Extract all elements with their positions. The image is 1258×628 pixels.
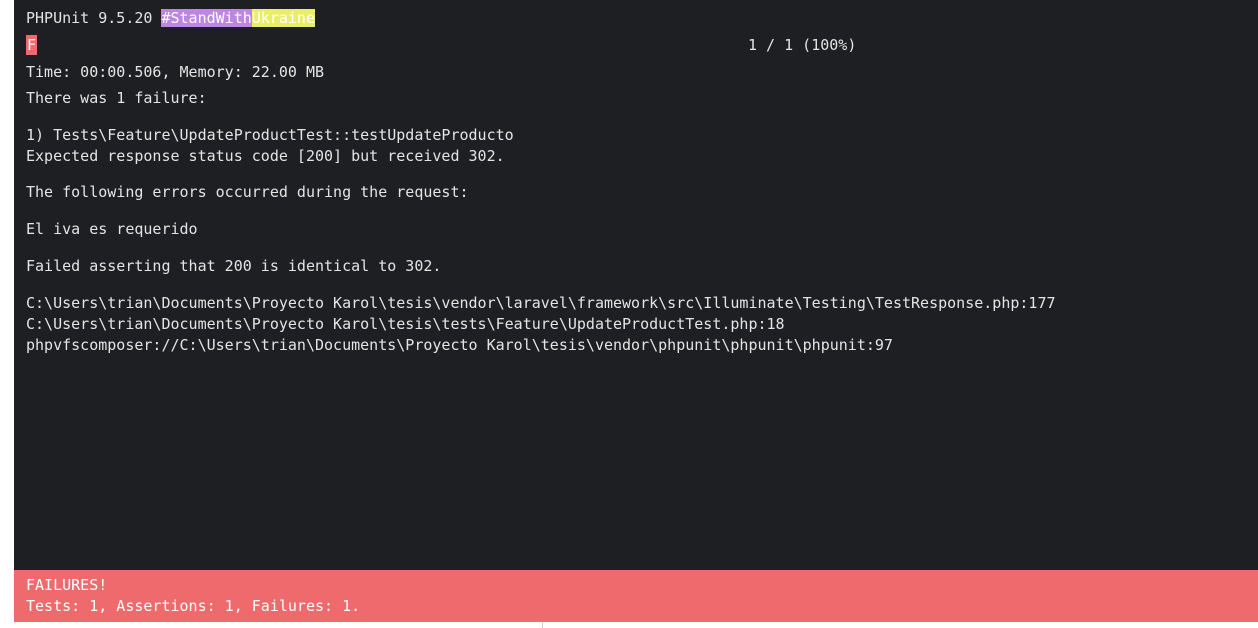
- phpunit-header: PHPUnit 9.5.20 #StandWithUkraine: [26, 8, 315, 28]
- stack-trace-line: phpvfscomposer://C:\Users\trian\Document…: [26, 336, 893, 354]
- stack-trace-line: C:\Users\trian\Documents\Proyecto Karol\…: [26, 294, 1056, 312]
- failures-summary-bar: FAILURES! Tests: 1, Assertions: 1, Failu…: [14, 570, 1258, 622]
- assertion-message: Failed asserting that 200 is identical t…: [26, 257, 442, 275]
- time-memory-line: Time: 00:00.506, Memory: 22.00 MB: [26, 63, 325, 81]
- text-cursor: [542, 622, 553, 628]
- terminal-output[interactable]: PHPUnit 9.5.20 #StandWithUkraine F 1 / 1…: [14, 0, 1258, 622]
- progress-counter: 1 / 1 (100%): [748, 36, 857, 54]
- errors-heading: The following errors occurred during the…: [26, 183, 469, 201]
- standwith-tag: #StandWith: [161, 9, 252, 27]
- stack-trace-line: C:\Users\trian\Documents\Proyecto Karol\…: [26, 315, 785, 333]
- failure-title: 1) Tests\Feature\UpdateProductTest::test…: [26, 126, 514, 144]
- ukraine-tag: Ukraine: [251, 9, 315, 27]
- failure-count-line: There was 1 failure:: [26, 89, 207, 107]
- progress-status: F: [26, 35, 38, 55]
- test-stats: Tests: 1, Assertions: 1, Failures: 1.: [26, 597, 361, 615]
- failures-label: FAILURES!: [26, 576, 108, 594]
- phpunit-version: PHPUnit 9.5.20: [26, 9, 162, 27]
- failure-message: Expected response status code [200] but …: [26, 147, 505, 165]
- error-detail: El iva es requerido: [26, 220, 198, 238]
- window-bottom-strip: [14, 622, 1258, 628]
- failure-status-char: F: [26, 35, 38, 55]
